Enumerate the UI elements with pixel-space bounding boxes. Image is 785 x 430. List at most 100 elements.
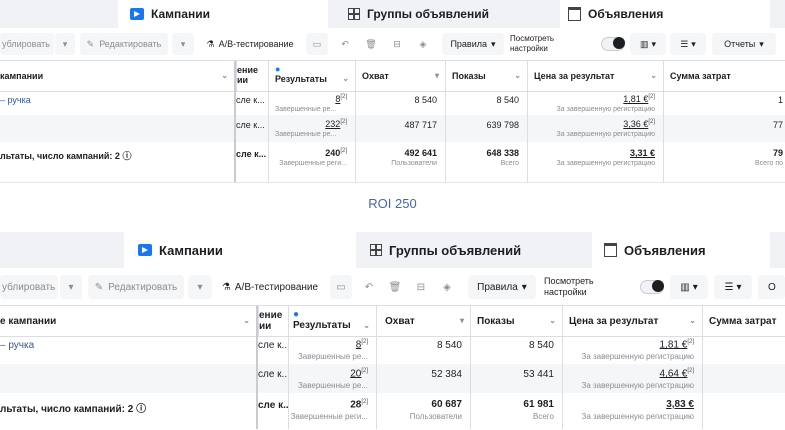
tab-campaigns[interactable]: Кампании	[124, 232, 356, 268]
archive-button[interactable]: ⊟	[410, 275, 432, 299]
ads-manager-panel-bottom: Кампании Группы объявлений Объявления уб…	[0, 232, 785, 430]
columns-button[interactable]: ▥ ▾	[670, 275, 708, 299]
tag-button[interactable]: ◈	[436, 275, 458, 299]
campaign-name-link[interactable]: – ручка	[0, 95, 31, 105]
undo-button[interactable]: ↶	[358, 275, 380, 299]
results-value: 232	[325, 119, 341, 129]
column-header-cpr[interactable]: Цена за результат ⌄	[527, 61, 663, 91]
column-header-reach[interactable]: Охват ▾	[376, 306, 470, 336]
reach-total: 60 687	[431, 399, 462, 410]
duplicate-button[interactable]: ублировать	[0, 33, 54, 55]
tab-campaigns[interactable]: Кампании	[118, 0, 328, 28]
columns-button[interactable]: ▥ ▾	[630, 33, 666, 55]
column-header-spend[interactable]: Сумма затрат	[702, 306, 785, 336]
column-header-name[interactable]: кампании ⌄	[0, 61, 236, 91]
view-settings-toggle[interactable]	[601, 37, 625, 51]
archive-icon: ⊟	[416, 281, 426, 293]
column-header-cpr[interactable]: Цена за результат ⌄	[562, 306, 702, 336]
tab-ads[interactable]: Объявления	[592, 232, 770, 268]
edit-label: Редактировать	[99, 39, 162, 49]
ads-manager-panel-top: Кампании Группы объявлений Объявления уб…	[0, 0, 785, 190]
tab-ads[interactable]: Объявления	[560, 0, 770, 28]
delete-button[interactable]: 🗑	[360, 33, 382, 55]
column-header-reach[interactable]: Охват ▾	[355, 61, 445, 91]
chevron-down-icon: ▾	[651, 38, 657, 49]
edit-button[interactable]: ✎ Редактировать	[80, 33, 168, 55]
edit-dropdown[interactable]: ▾	[188, 275, 212, 299]
impressions-cell: 8 540	[470, 335, 562, 364]
trash-icon: 🗑	[388, 281, 402, 293]
chevron-down-icon: ▾	[68, 281, 74, 293]
column-header-reach-label: Охват	[362, 71, 389, 81]
column-header-results[interactable]: ● Результаты ⌄	[268, 61, 355, 91]
breakdown-button[interactable]: ☰ ▾	[670, 33, 706, 55]
duplicate-label: ублировать	[2, 281, 56, 293]
roi-caption: ROI 250	[368, 196, 417, 211]
rules-button[interactable]: Правила ▾	[442, 33, 504, 55]
view-settings-button[interactable]: Посмотреть настройки	[544, 275, 606, 299]
column-header-impressions[interactable]: Показы ⌄	[470, 306, 562, 336]
view-settings-button[interactable]: Посмотреть настройки	[510, 33, 566, 55]
column-header-results[interactable]: ● Результаты ⌄	[288, 306, 376, 336]
column-header-impressions[interactable]: Показы ⌄	[445, 61, 527, 91]
column-header-spend-label: Сумма затрат	[670, 71, 731, 81]
clipboard-button[interactable]: ▭	[330, 275, 352, 299]
rules-button[interactable]: Правила ▾	[468, 275, 536, 299]
table-row[interactable]: – ручка сле к... 8[2] Завершенные ре... 8…	[0, 90, 785, 116]
column-header-delivery[interactable]: ение ии	[236, 61, 268, 91]
reports-button[interactable]: Отчеты ▾	[712, 33, 776, 55]
delivery-cell: сле к...	[236, 115, 268, 142]
cpr-subtext: За завершенную регистрацию	[556, 106, 655, 113]
chevron-down-icon: ▾	[692, 281, 698, 293]
footnote-mark: [2]	[340, 148, 347, 154]
campaign-name-cell: – ручка	[0, 90, 236, 115]
info-icon[interactable]: ⓘ	[122, 151, 131, 161]
sort-icon: ⌄	[221, 71, 228, 80]
clipboard-icon: ▭	[336, 281, 346, 293]
spend-cell: 1	[663, 90, 785, 115]
cpr-cell: 3,83 € За завершенную регистрацию	[562, 393, 702, 429]
column-header-name[interactable]: е кампании ⌄	[0, 306, 258, 336]
info-icon[interactable]: ⓘ	[136, 404, 146, 415]
ab-test-button[interactable]: ⚗ А/В-тестирование	[200, 33, 300, 55]
column-header-delivery-line1: ение	[259, 310, 283, 321]
tag-button[interactable]: ◈	[412, 33, 434, 55]
column-header-name-label: кампании	[0, 71, 44, 81]
results-cell: 240[2] Завершенные реги...	[268, 142, 355, 182]
column-header-spend[interactable]: Сумма затрат	[663, 61, 785, 91]
breakdown-icon: ☰	[680, 38, 689, 49]
undo-icon: ↶	[364, 281, 374, 293]
sort-icon: ⌄	[689, 316, 696, 325]
delivery-value: сле к...	[236, 120, 265, 130]
cpr-cell: 4,64 €[2] За завершенную регистрацию	[562, 364, 702, 393]
clipboard-button[interactable]: ▭	[306, 33, 328, 55]
ab-test-button[interactable]: ⚗ А/В-тестирование	[216, 275, 324, 299]
delete-button[interactable]: 🗑	[384, 275, 406, 299]
view-settings-toggle[interactable]	[640, 280, 664, 294]
edit-button[interactable]: ✎ Редактировать	[88, 275, 184, 299]
tab-adsets[interactable]: Группы объявлений	[348, 0, 548, 28]
cpr-value: 1,81 €	[623, 94, 649, 104]
impressions-cell: 648 338 Всего	[445, 142, 527, 182]
tab-adsets[interactable]: Группы объявлений	[370, 232, 580, 268]
duplicate-button[interactable]: ублировать	[0, 275, 58, 299]
duplicate-dropdown[interactable]: ▾	[55, 33, 75, 55]
reach-total: 492 641	[404, 148, 437, 158]
ab-test-label: А/В-тестирование	[218, 39, 294, 49]
impressions-value: 8 540	[496, 95, 519, 105]
table-row[interactable]: – ручка сле к... 8[2] Завершенные ре... 8…	[0, 335, 785, 365]
archive-button[interactable]: ⊟	[386, 33, 408, 55]
rules-label: Правила	[450, 39, 487, 49]
rules-label: Правила	[477, 281, 518, 293]
table-row[interactable]: сле к... 20[2] Завершенные ре... 52 384 5…	[0, 364, 785, 394]
column-header-delivery[interactable]: ение ии	[258, 306, 288, 336]
reports-button[interactable]: О	[758, 275, 785, 299]
breakdown-button[interactable]: ☰ ▾	[714, 275, 752, 299]
duplicate-dropdown[interactable]: ▾	[60, 275, 82, 299]
edit-dropdown[interactable]: ▾	[172, 33, 194, 55]
sort-icon: ▾	[434, 71, 439, 80]
campaign-name-link[interactable]: – ручка	[0, 340, 34, 351]
reach-value: 52 384	[431, 369, 462, 380]
table-row[interactable]: сле к... 232[2] Завершенные ре... 487 717…	[0, 115, 785, 143]
undo-button[interactable]: ↶	[334, 33, 356, 55]
